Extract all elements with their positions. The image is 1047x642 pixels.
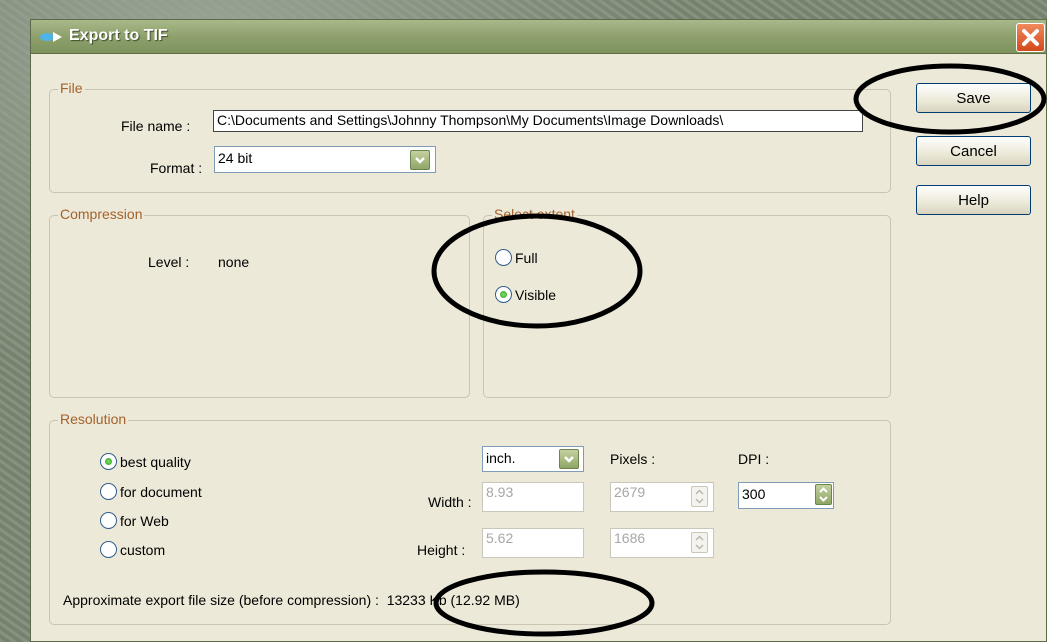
format-label: Format : [150, 160, 203, 176]
spinner-arrows-icon [819, 487, 828, 502]
file-group: File File name : C:\Documents and Settin… [49, 80, 891, 193]
extent-visible-label: Visible [515, 286, 556, 303]
filename-field[interactable]: C:\Documents and Settings\Johnny Thompso… [213, 110, 863, 132]
chevron-down-icon [415, 157, 425, 164]
resolution-group: Resolution best quality for document for… [49, 411, 891, 625]
resolution-legend: Resolution [58, 411, 129, 427]
chevron-down-icon [564, 456, 574, 463]
res-document-radio[interactable] [100, 483, 117, 500]
width-input: 8.93 [482, 482, 584, 512]
file-legend: File [58, 80, 85, 96]
close-x-icon [1022, 29, 1039, 46]
filename-label: File name : [121, 118, 191, 134]
cancel-button[interactable]: Cancel [916, 136, 1031, 166]
dpi-spinner[interactable] [815, 484, 832, 505]
spinner-arrows-icon [695, 489, 704, 504]
width-pixels-spinner [691, 486, 708, 507]
res-best-quality-radio[interactable] [100, 453, 117, 470]
extent-visible-option[interactable]: Visible [495, 286, 556, 303]
res-best-quality-label: best quality [120, 453, 191, 470]
width-label: Width : [428, 494, 472, 510]
compression-legend: Compression [58, 206, 145, 222]
res-custom-radio[interactable] [100, 541, 117, 558]
res-web-label: for Web [120, 512, 169, 529]
help-button[interactable]: Help [916, 185, 1031, 215]
export-arrow-icon [40, 32, 62, 42]
dpi-label: DPI : [738, 451, 770, 467]
save-button[interactable]: Save [916, 83, 1031, 113]
extent-full-label: Full [515, 249, 538, 266]
level-value: none [218, 254, 250, 270]
compression-group: Compression Level : none [49, 206, 470, 398]
title-bar[interactable]: Export to TIF [31, 20, 1046, 54]
extent-legend: Select extent [492, 206, 577, 222]
filesize-estimate: Approximate export file size (before com… [63, 592, 520, 608]
export-dialog: Export to TIF File File name : C:\Docume… [30, 19, 1047, 642]
unit-dropdown-button[interactable] [559, 449, 579, 469]
res-custom-label: custom [120, 541, 166, 558]
res-document-option[interactable]: for document [100, 483, 202, 500]
extent-full-radio[interactable] [495, 249, 512, 266]
pixels-label: Pixels : [610, 451, 656, 467]
res-web-radio[interactable] [100, 512, 117, 529]
res-web-option[interactable]: for Web [100, 512, 169, 529]
extent-group: Select extent Full Visible [483, 206, 891, 398]
res-document-label: for document [120, 483, 202, 500]
extent-full-option[interactable]: Full [495, 249, 538, 266]
spinner-arrows-icon [695, 535, 704, 550]
format-select[interactable]: 24 bit [214, 146, 436, 173]
height-input: 5.62 [482, 528, 584, 558]
height-label: Height : [417, 542, 466, 558]
level-label: Level : [148, 254, 190, 270]
extent-visible-radio[interactable] [495, 286, 512, 303]
format-dropdown-button[interactable] [410, 150, 430, 170]
dialog-title: Export to TIF [69, 27, 168, 44]
res-best-quality-option[interactable]: best quality [100, 453, 191, 470]
res-custom-option[interactable]: custom [100, 541, 165, 558]
height-pixels-spinner [691, 532, 708, 553]
close-button[interactable] [1016, 23, 1045, 52]
